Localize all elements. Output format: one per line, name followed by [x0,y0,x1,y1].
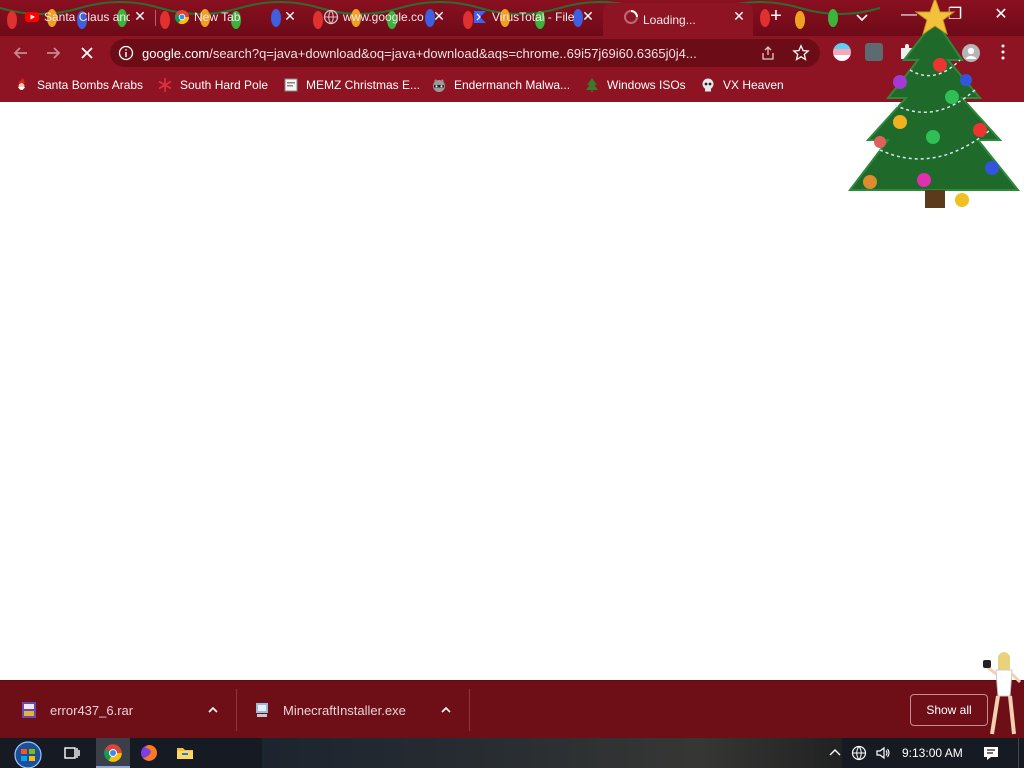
santa-icon [18,78,25,90]
tab-title: New Tab [194,10,241,24]
site-info-icon[interactable] [118,45,134,61]
tab-title: Santa Claus and [44,10,130,24]
taskbar: 9:13:00 AM [0,738,1024,768]
chrome-icon[interactable] [103,743,123,763]
bookmark-label: Santa Bombs Arabs [37,78,144,92]
screen: Santa Claus and ✕ New Tab ✕ www.google.c… [0,0,1024,768]
address-bar[interactable]: google.com/search?q=java+download&oq=jav… [110,39,820,67]
bookmark-label: South Hard Pole [180,78,269,92]
raccoon-icon [433,79,445,92]
volume-icon[interactable] [875,745,891,761]
chrome-icon [174,10,190,25]
show-all-downloads-button[interactable]: Show all [910,694,988,726]
tree-icon [586,78,598,93]
snowflake-icon [158,78,172,92]
file-explorer-icon[interactable] [175,743,195,763]
christmas-tree-decoration [847,0,1021,208]
virustotal-icon [474,11,486,23]
stop-loading-icon[interactable] [76,42,98,64]
download-item[interactable]: error437_6.rar [20,681,235,739]
show-hidden-icons-chevron[interactable] [827,745,843,761]
globe-icon [323,9,339,25]
winrar-archive-icon [22,702,36,718]
tab-close-icon[interactable]: ✕ [731,9,747,25]
tab-santa-claus[interactable]: Santa Claus and ✕ [4,3,154,31]
tab-close-icon[interactable]: ✕ [282,9,298,25]
show-desktop-button[interactable] [1018,738,1024,768]
vx-skull-icon [702,78,714,92]
bookmark-endermanch[interactable]: Endermanch Malwa... [431,75,570,95]
taskbar-wallpaper [262,738,842,768]
tab-new-tab[interactable]: New Tab ✕ [154,3,304,31]
new-tab-button[interactable]: + [766,6,786,27]
firefox-icon[interactable] [139,743,159,763]
bookmark-label: MEMZ Christmas E... [306,78,421,92]
bookmark-santa-bombs-arabs[interactable]: Santa Bombs Arabs [14,75,143,95]
bookmark-memz-christmas[interactable]: MEMZ Christmas E... [283,75,420,95]
bookmark-star-icon[interactable] [792,44,810,62]
download-divider [236,689,237,731]
url-path: /search?q=java+download&oq=java+download… [209,46,697,61]
forward-arrow-icon[interactable] [42,42,64,64]
installer-exe-icon [256,703,268,717]
chevron-up-icon[interactable] [206,703,220,717]
url-host: google.com [142,46,210,61]
tab-virustotal[interactable]: VirusTotal - File ✕ [452,3,602,31]
task-view-icon[interactable] [62,743,82,763]
taskbar-clock[interactable]: 9:13:00 AM [902,746,963,760]
download-filename: error437_6.rar [50,702,134,718]
bookmark-vx-heaven[interactable]: VX Heaven [700,75,784,95]
action-center-icon[interactable] [982,745,1000,761]
start-orb-icon[interactable] [10,738,46,768]
download-filename: MinecraftInstaller.exe [283,702,406,718]
back-arrow-icon[interactable] [10,42,32,64]
bookmark-south-hard-pole[interactable]: South Hard Pole [157,75,268,95]
download-shelf: error437_6.rar MinecraftInstaller.exe Sh… [0,680,1024,738]
chevron-up-icon[interactable] [439,703,453,717]
tab-close-icon[interactable]: ✕ [431,9,447,25]
bookmark-windows-isos[interactable]: Windows ISOs [584,75,686,95]
bookmark-label: Windows ISOs [607,78,686,92]
page-icon [284,78,298,92]
network-icon[interactable] [851,745,867,761]
bookmark-label: VX Heaven [723,78,784,92]
loading-spinner-icon [624,10,638,24]
tab-google-search[interactable]: www.google.co ✕ [303,3,453,31]
bookmark-label: Endermanch Malwa... [454,78,571,92]
dancing-figure-decoration [983,652,1022,735]
share-icon[interactable] [760,45,776,61]
tab-title: www.google.co [343,10,424,24]
download-divider [469,689,470,731]
tab-title: Loading... [643,12,696,27]
tab-close-icon[interactable]: ✕ [580,9,596,25]
tab-loading-active[interactable]: Loading... ✕ [603,3,753,36]
download-item[interactable]: MinecraftInstaller.exe [253,681,468,739]
url-text[interactable]: google.com/search?q=java+download&oq=jav… [142,46,752,61]
youtube-icon [25,12,39,22]
tab-close-icon[interactable]: ✕ [132,9,148,25]
tab-title: VirusTotal - File [492,10,575,24]
